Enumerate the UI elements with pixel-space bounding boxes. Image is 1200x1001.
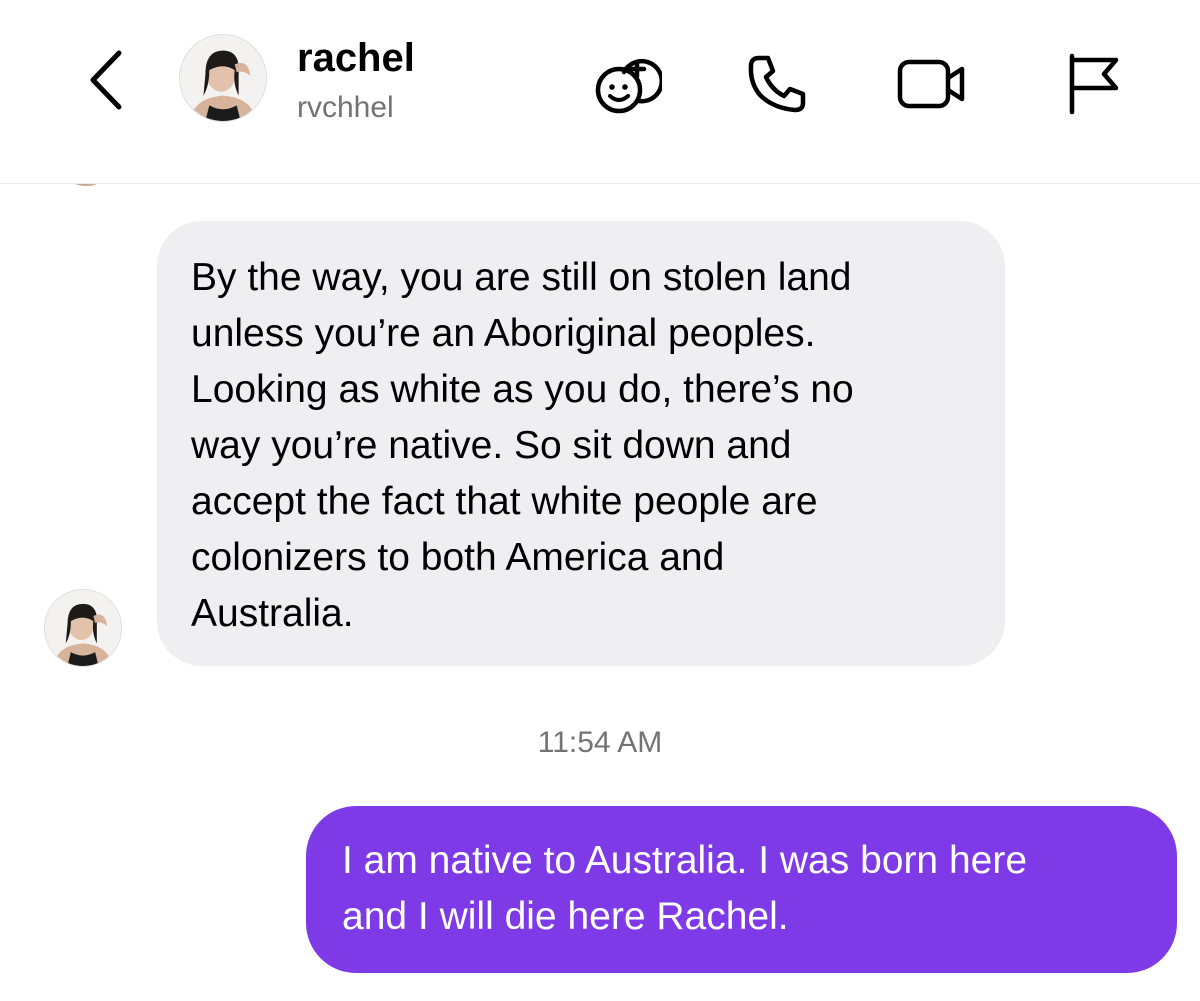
message-timestamp: 11:54 AM (537, 726, 663, 759)
incoming-message-text: By the way, you are still on stolen land… (191, 256, 854, 635)
contact-name[interactable]: rachel (297, 34, 415, 82)
outgoing-message-text: I am native to Australia. I was born her… (342, 839, 1028, 938)
back-button[interactable] (70, 40, 140, 120)
sender-avatar[interactable] (44, 589, 122, 667)
video-camera-icon (897, 59, 965, 109)
report-button[interactable] (1054, 44, 1134, 124)
contact-username[interactable]: rvchhel (297, 88, 394, 128)
contact-avatar[interactable] (179, 34, 267, 122)
play-game-button[interactable] (586, 44, 666, 124)
flag-icon (1069, 53, 1119, 115)
profile-photo (180, 35, 266, 121)
video-call-button[interactable] (892, 44, 972, 124)
game-controller-icon (595, 58, 662, 114)
chat-header: rachel rvchhel (0, 0, 1200, 184)
phone-icon (748, 55, 806, 113)
audio-call-button[interactable] (737, 44, 817, 124)
incoming-message-bubble[interactable]: By the way, you are still on stolen land… (157, 221, 1005, 666)
chevron-left-icon (90, 50, 122, 110)
profile-photo (45, 590, 121, 666)
outgoing-message-bubble[interactable]: I am native to Australia. I was born her… (306, 806, 1177, 973)
